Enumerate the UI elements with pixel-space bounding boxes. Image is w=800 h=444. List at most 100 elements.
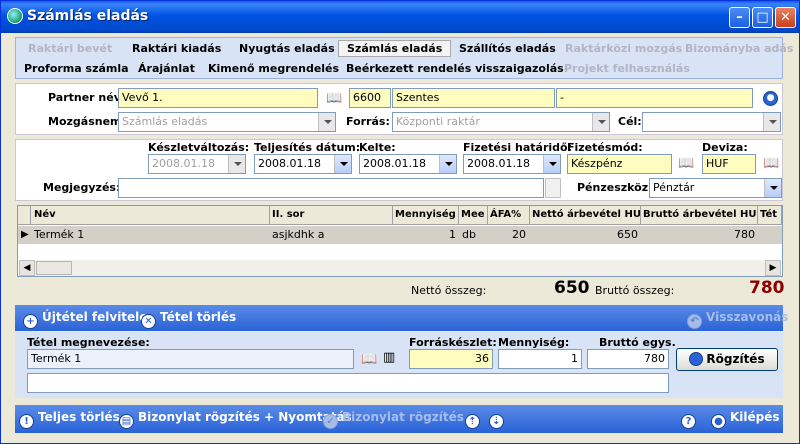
cell-brutto[interactable]: 780 <box>641 226 755 244</box>
city-field[interactable]: Szentes <box>392 88 555 108</box>
col-header-nev[interactable]: Név <box>32 206 270 225</box>
delete-item-button[interactable]: ✕ Tétel törlés <box>141 310 236 329</box>
scroll-left-icon[interactable]: ◀ <box>19 260 35 276</box>
zip-field[interactable]: 6600 <box>349 88 391 108</box>
help-icon[interactable]: ? <box>681 410 700 429</box>
col-header-brutto[interactable]: Bruttó árbevétel HUF <box>641 206 758 225</box>
note-scroll-icon[interactable] <box>545 178 561 198</box>
tab-beerkezett-rendeles[interactable]: Beérkezett rendelés visszaigazolás <box>346 62 564 75</box>
minimize-button[interactable]: – <box>729 7 750 28</box>
col-header-netto[interactable]: Nettó árbevétel HUF <box>530 206 641 225</box>
item-name-label: Tétel megnevezése: <box>27 336 150 349</box>
col-header-mennyiseg[interactable]: Mennyiség <box>393 206 459 225</box>
new-item-button[interactable]: + Újtétel felvitele <box>23 310 147 329</box>
item-note-field[interactable] <box>27 373 669 393</box>
save-print-label: Bizonylat rögzítés + Nyomtatás <box>138 410 352 424</box>
save-document-button[interactable]: ✓ Bizonylat rögzítés <box>323 410 464 429</box>
chevron-down-icon[interactable] <box>764 179 781 197</box>
fizmod-field[interactable]: Készpénz <box>567 154 672 174</box>
tab-raktarkozi-mozgas[interactable]: Raktárközi mozgás <box>565 42 682 55</box>
item-name-field[interactable]: Termék 1 <box>27 349 354 369</box>
col-header-tet[interactable]: Tét <box>758 206 782 225</box>
cell-mee[interactable]: db <box>462 226 488 244</box>
cell-ii-sor[interactable]: asjkdhk a <box>272 226 390 244</box>
hatarido-date[interactable]: 2008.01.18 <box>463 154 561 174</box>
exit-button[interactable]: ● Kilépés <box>711 410 780 429</box>
megjegyzes-field[interactable] <box>118 178 544 198</box>
cell-netto[interactable]: 650 <box>530 226 638 244</box>
previous-icon[interactable]: ⇡ <box>465 410 484 429</box>
teljesites-value: 2008.01.18 <box>258 157 321 170</box>
penzeszkoz-value: Pénztár <box>653 181 695 194</box>
book-lookup-icon[interactable]: 📖 <box>763 156 779 171</box>
partner-label: Partner név: <box>48 91 126 104</box>
teljesites-label: Teljesítés dátum: <box>254 141 361 154</box>
next-icon[interactable]: ⇣ <box>489 410 508 429</box>
qty-field[interactable]: 1 <box>498 349 582 369</box>
maximize-button[interactable]: □ <box>752 7 773 28</box>
close-button[interactable]: ✕ <box>775 7 796 28</box>
chevron-down-icon[interactable] <box>763 113 780 131</box>
cell-afa[interactable]: 20 <box>488 226 526 244</box>
exclamation-icon: ! <box>19 414 34 429</box>
save-print-button[interactable]: ▤ Bizonylat rögzítés + Nyomtatás <box>119 410 352 429</box>
tab-szallitos-eladas[interactable]: Szállítós eladás <box>459 42 556 55</box>
col-header-mee[interactable]: Mee <box>459 206 488 225</box>
save-item-button[interactable]: Rögzítés <box>676 348 778 371</box>
info-icon[interactable]: ● <box>763 91 778 106</box>
cel-select[interactable] <box>642 112 781 132</box>
chevron-down-icon[interactable] <box>228 155 245 173</box>
plus-icon: + <box>23 314 38 329</box>
row-indicator-header <box>18 206 31 225</box>
scroll-thumb[interactable] <box>36 261 72 275</box>
mozgasnem-select[interactable]: Számlás eladás <box>118 112 336 132</box>
forras-select[interactable]: Központi raktár <box>392 112 610 132</box>
hatarido-label: Fizetési határidő: <box>463 141 572 154</box>
partner-name-field[interactable]: Vevő 1. <box>118 88 318 108</box>
cell-nev[interactable]: Termék 1 <box>34 226 266 244</box>
title-bar[interactable]: Számlás eladás – □ ✕ <box>1 1 799 33</box>
save-icon: ✓ <box>323 414 338 429</box>
book-lookup-icon[interactable]: 📖 <box>361 352 377 367</box>
col-header-afa[interactable]: ÁFA% <box>488 206 530 225</box>
tab-projekt-felhasznalas[interactable]: Projekt felhasználás <box>564 62 690 75</box>
save-item-label: Rögzítés <box>706 352 765 366</box>
chevron-down-icon[interactable] <box>543 155 560 173</box>
deviza-field[interactable]: HUF <box>702 154 756 174</box>
table-row[interactable]: ▶ Termék 1 asjkdhk a 1 db 20 650 780 <box>18 226 782 244</box>
qty-label: Mennyiség: <box>498 336 570 349</box>
book-lookup-icon[interactable]: 📖 <box>326 91 342 106</box>
full-delete-label: Teljes törlés <box>38 410 120 424</box>
horizontal-scrollbar[interactable]: ◀ ▶ <box>19 260 781 276</box>
tab-raktari-bevet[interactable]: Raktári bevét <box>28 42 112 55</box>
scroll-right-icon[interactable]: ▶ <box>765 260 781 276</box>
barcode-icon[interactable]: ▥ <box>383 350 395 365</box>
cel-label: Cél: <box>618 115 642 128</box>
mozgasnem-value: Számlás eladás <box>122 115 208 128</box>
stock-field[interactable]: 36 <box>409 349 493 369</box>
tab-kimeno-megrendeles[interactable]: Kimenő megrendelés <box>208 62 339 75</box>
teljesites-date[interactable]: 2008.01.18 <box>254 154 352 174</box>
netto-label: Nettó összeg: <box>411 284 487 297</box>
kelte-date[interactable]: 2008.01.18 <box>359 154 457 174</box>
tab-proforma-szamla[interactable]: Proforma számla <box>24 62 129 75</box>
penzeszkoz-select[interactable]: Pénztár <box>649 178 782 198</box>
chevron-down-icon[interactable] <box>334 155 351 173</box>
cell-mennyiseg[interactable]: 1 <box>393 226 456 244</box>
col-header-ii-sor[interactable]: II. sor <box>270 206 393 225</box>
tab-raktari-kiadas[interactable]: Raktári kiadás <box>132 42 221 55</box>
chevron-down-icon[interactable] <box>592 113 609 131</box>
tab-arajanlat[interactable]: Árajánlat <box>138 62 195 75</box>
tab-szamlas-eladas[interactable]: Számlás eladás <box>338 40 452 57</box>
full-delete-button[interactable]: ! Teljes törlés <box>19 410 120 429</box>
penzeszkoz-label: Pénzeszköz: <box>577 181 653 194</box>
undo-button[interactable]: ↶ Visszavonás <box>687 310 788 329</box>
keszlet-date[interactable]: 2008.01.18 <box>148 154 246 174</box>
tab-bizomanyba-adas[interactable]: Bizományba adás <box>685 42 793 55</box>
chevron-down-icon[interactable] <box>318 113 335 131</box>
address-field[interactable]: - <box>556 88 753 108</box>
chevron-down-icon[interactable] <box>439 155 456 173</box>
unit-price-field[interactable]: 780 <box>587 349 669 369</box>
book-lookup-icon[interactable]: 📖 <box>678 156 694 171</box>
tab-nyugtas-eladas[interactable]: Nyugtás eladás <box>239 42 335 55</box>
